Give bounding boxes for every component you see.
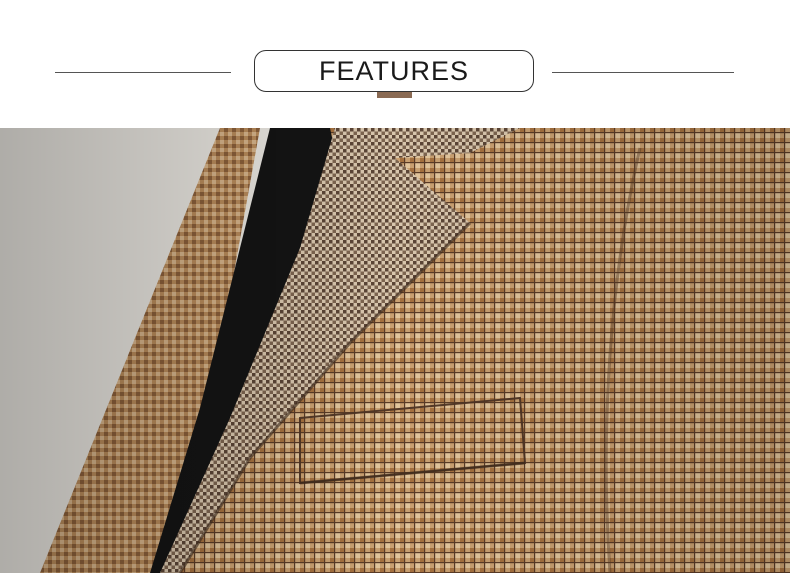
section-header: FEATURES xyxy=(0,0,790,128)
title-accent-bar xyxy=(377,92,412,98)
section-title: FEATURES xyxy=(318,55,469,86)
header-rule-left xyxy=(55,72,231,73)
features-title-pill: FEATURES xyxy=(254,50,534,92)
coat-illustration xyxy=(0,128,790,573)
coat-closeup-photo xyxy=(0,128,790,573)
header-rule-right xyxy=(552,72,734,73)
